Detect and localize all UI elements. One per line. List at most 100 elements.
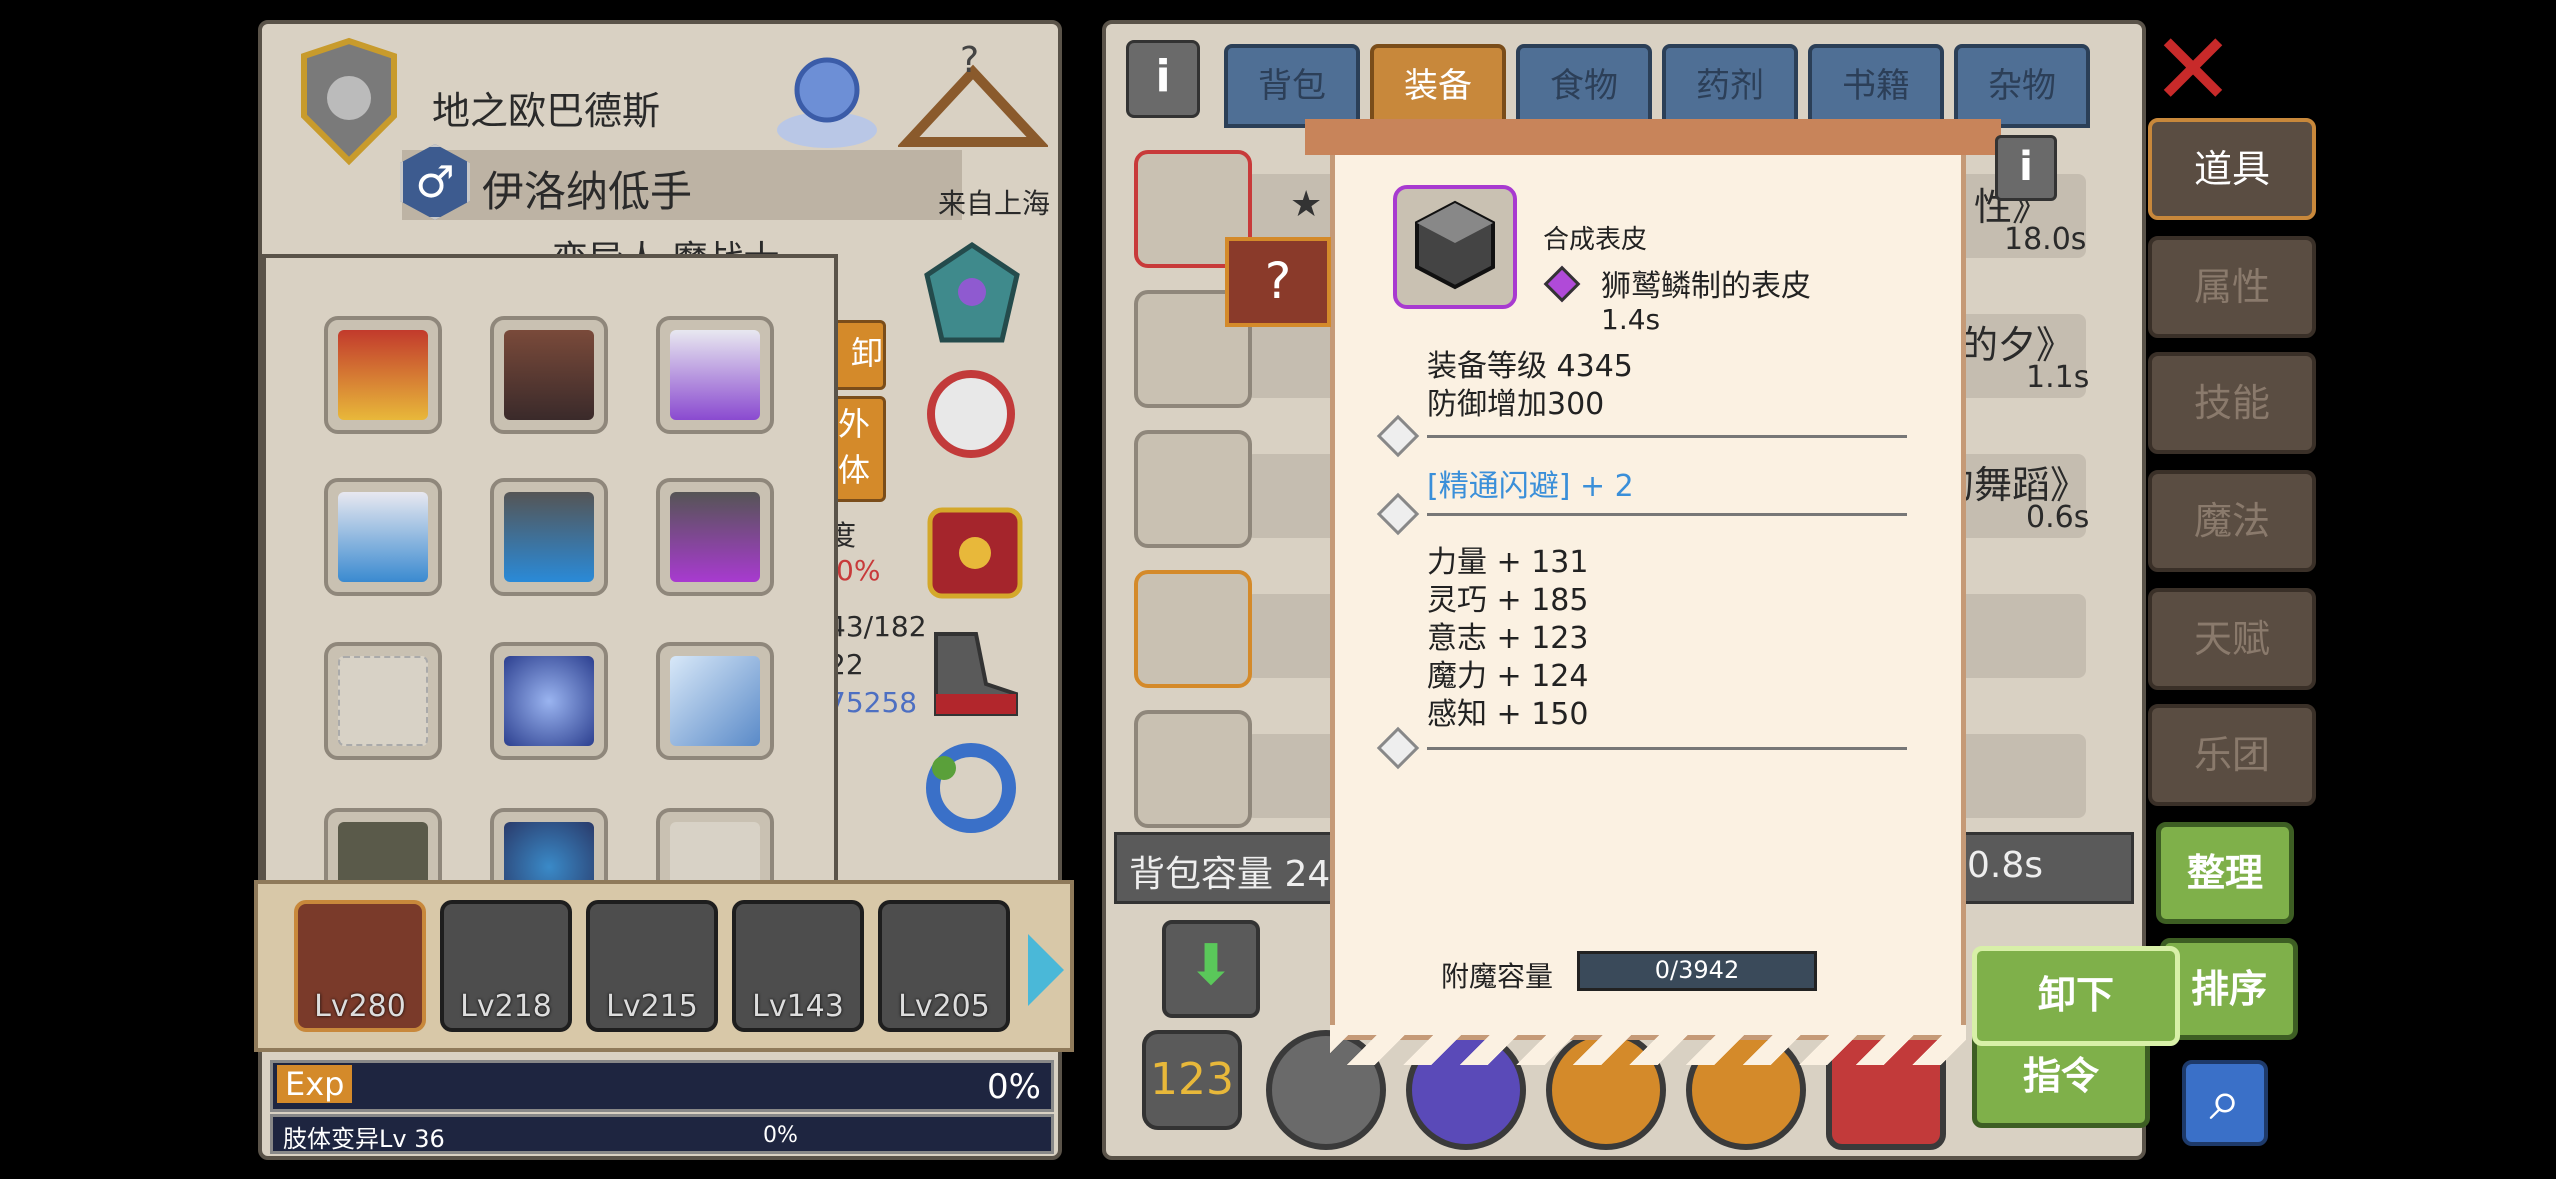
wardrobe-hanger-icon[interactable]: ? (896, 40, 1050, 162)
tooltip-enchant-label: 附魔容量 (1441, 960, 1554, 993)
armor-blue-icon (338, 492, 428, 582)
tooltip-info-button[interactable]: i (1995, 135, 2057, 201)
tooltip-defense: 防御增加300 (1427, 387, 1605, 422)
purple-gem-icon (1543, 265, 1581, 303)
equip-slot-boots-red[interactable] (324, 316, 442, 434)
cube-purple-icon (670, 492, 760, 582)
party-member-1[interactable]: Lv280 (294, 900, 426, 1032)
tooltip-enchant-value: 0/3942 (1654, 956, 1740, 984)
drop-to-storage-icon[interactable]: ⬇ (1162, 920, 1260, 1018)
tooltip-item-name: 狮鹫鳞制的表皮 (1601, 269, 1811, 304)
guild-name: 地之欧巴德斯 (432, 89, 661, 133)
mutation-label: 肢体变异Lv 36 (283, 1125, 445, 1153)
tooltip-top-banner (1305, 119, 2001, 155)
mutation-bar: 肢体变异Lv 36 0% (270, 1114, 1054, 1154)
side-tab-band[interactable]: 乐团 (2148, 704, 2316, 806)
equip-slot-armor-blue[interactable] (324, 478, 442, 596)
organize-button[interactable]: 整理 (2156, 822, 2294, 924)
tab-equipment[interactable]: 装备 (1370, 44, 1506, 128)
party-member-2[interactable]: Lv218 (440, 900, 572, 1032)
tab-food[interactable]: 食物 (1516, 44, 1652, 128)
tab-backpack[interactable]: 背包 (1224, 44, 1360, 128)
tooltip-stat-perception: 感知 + 150 (1427, 697, 1589, 732)
witch-hat-icon (504, 330, 594, 420)
exp-percent: 0% (987, 1067, 1041, 1107)
equip-slot-cube-purple[interactable] (656, 478, 774, 596)
tooltip-item-cube-icon (1393, 185, 1517, 309)
party-member-level: Lv215 (606, 989, 698, 1024)
mutation-percent: 0% (763, 1123, 798, 1148)
side-tab-magic[interactable]: 魔法 (2148, 470, 2316, 572)
ring-icon[interactable] (916, 730, 1026, 840)
item-time-2: 1.1s (2026, 360, 2090, 395)
side-tab-skills[interactable]: 技能 (2148, 352, 2316, 454)
sort-order-icon[interactable]: 123 (1142, 1030, 1242, 1130)
item-time-1: 18.0s (2004, 222, 2087, 257)
party-bar: Lv280 Lv218 Lv215 Lv143 Lv205 (254, 880, 1074, 1052)
guild-crest-icon[interactable] (284, 36, 414, 166)
party-member-level: Lv143 (752, 989, 844, 1024)
rank-emblem-icon[interactable] (772, 42, 882, 162)
character-origin: 来自上海 (938, 187, 1051, 220)
gold-partial: 75258 (828, 686, 918, 719)
cape-icon[interactable] (916, 364, 1026, 484)
sword-icon (670, 656, 760, 746)
party-member-4[interactable]: Lv143 (732, 900, 864, 1032)
bag-time: 0.8s (1967, 845, 2044, 886)
close-icon[interactable]: ✕ (2150, 20, 2236, 120)
belt-icon[interactable] (922, 500, 1028, 606)
party-member-5[interactable]: Lv205 (878, 900, 1010, 1032)
separator-line (1427, 435, 1907, 438)
tooltip-time: 1.4s (1601, 303, 1661, 336)
separator-diamond-icon (1376, 726, 1420, 770)
exp-label: Exp (277, 1065, 353, 1103)
tooltip-skill-bonus: [精通闪避] + 2 (1427, 469, 1634, 504)
party-member-3[interactable]: Lv215 (586, 900, 718, 1032)
svg-text:?: ? (960, 42, 979, 81)
red-boots-icon (338, 330, 428, 420)
bag-capacity-label: 背包容量 24 (1129, 854, 1331, 895)
side-tab-talent[interactable]: 天赋 (2148, 588, 2316, 690)
boots-icon[interactable] (916, 614, 1026, 724)
character-panel: 地之欧巴德斯 ? ♂ 伊洛纳低手 来自上海 变异人 魔战士 卸 外 体 度 0%… (254, 20, 1074, 1160)
star-icon: ★ (1290, 184, 1323, 225)
party-member-level: Lv218 (460, 989, 552, 1024)
party-member-level: Lv205 (898, 989, 990, 1024)
search-icon[interactable]: ⌕ (2182, 1060, 2268, 1146)
tooltip-jagged-edge (1330, 1025, 1966, 1065)
cube-icon (504, 492, 594, 582)
tab-misc[interactable]: 杂物 (1954, 44, 2090, 128)
tab-books[interactable]: 书籍 (1808, 44, 1944, 128)
side-tab-items[interactable]: 道具 (2148, 118, 2316, 220)
tooltip-lock-tag-icon[interactable]: ? (1225, 237, 1331, 327)
exp-bar: Exp 0% (270, 1060, 1054, 1112)
armor-icon (670, 330, 760, 420)
equip-slot-empty-rune[interactable] (324, 642, 442, 760)
info-button[interactable]: i (1126, 40, 1200, 118)
amulet-icon[interactable] (922, 240, 1022, 350)
item-empty-icon[interactable] (1134, 710, 1252, 828)
side-tab-attributes[interactable]: 属性 (2148, 236, 2316, 338)
tab-potion[interactable]: 药剂 (1662, 44, 1798, 128)
equip-slot-cube-blue[interactable] (490, 478, 608, 596)
hp-partial: 43/182 (828, 610, 927, 643)
equip-slot-armor-purple[interactable] (656, 316, 774, 434)
item-mask-icon[interactable] (1134, 570, 1252, 688)
sort-button[interactable]: 排序 (2160, 938, 2298, 1040)
equipment-grid (262, 254, 838, 904)
equip-slot-gem[interactable] (490, 642, 608, 760)
item-time-3: 0.6s (2026, 500, 2090, 535)
party-member-level: Lv280 (314, 989, 406, 1024)
separator-line (1427, 747, 1907, 750)
item-tooltip: i ? 合成表皮 狮鹫鳞制的表皮 1.4s 装备等级 4345 防御增加300 … (1225, 119, 2057, 1065)
stat-percent-partial: 0% (836, 554, 881, 587)
item-shuriken-icon[interactable] (1134, 430, 1252, 548)
equip-slot-hat[interactable] (490, 316, 608, 434)
party-next-arrow-icon[interactable] (1028, 934, 1064, 1006)
separator-diamond-icon (1376, 492, 1420, 536)
tooltip-enchant-bar: 0/3942 (1577, 951, 1817, 991)
equip-slot-sword[interactable] (656, 642, 774, 760)
separator-line (1427, 513, 1907, 516)
rune-placeholder-icon (338, 656, 428, 746)
unequip-button[interactable]: 卸下 (1972, 946, 2180, 1046)
